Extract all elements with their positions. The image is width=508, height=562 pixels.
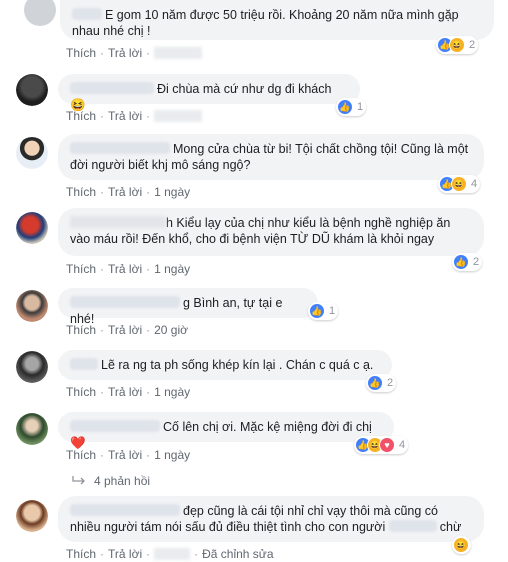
reaction-summary[interactable]: 👍 2 (366, 374, 397, 392)
reaction-count: 2 (387, 377, 394, 389)
comment-time[interactable]: 1 ngày (154, 448, 190, 462)
comment-actions: Thích · Trả lời · (66, 46, 203, 60)
comment-bubble: g Bình an, tự tại e nhé! (58, 288, 318, 326)
comment-time[interactable]: 1 ngày (154, 385, 190, 399)
love-icon: ♥ (379, 437, 395, 453)
reaction-summary[interactable]: 👍 😆 2 (436, 36, 479, 54)
reaction-count: 4 (399, 439, 406, 451)
redacted-name (70, 216, 166, 228)
reaction-count: 1 (357, 101, 364, 113)
comment-actions: Thích · Trả lời · (66, 109, 203, 123)
avatar[interactable] (16, 351, 48, 383)
haha-icon: 😆 (451, 176, 467, 192)
redacted-name (70, 504, 180, 516)
redacted-name (70, 296, 180, 308)
reaction-summary[interactable]: 👍 1 (308, 302, 339, 320)
redacted-time (154, 47, 203, 59)
redacted-time (154, 110, 203, 122)
comment-actions: Thích · Trả lời · 1 ngày (66, 185, 191, 199)
like-link[interactable]: Thích (66, 262, 96, 276)
like-link[interactable]: Thích (66, 547, 96, 561)
redacted-name (72, 8, 102, 20)
reaction-count: 1 (329, 305, 336, 317)
comment-time[interactable]: 1 ngày (154, 262, 190, 276)
like-link[interactable]: Thích (66, 448, 96, 462)
comment-text: Lẽ ra ng ta ph sống khép kín lại . Chán … (101, 358, 374, 372)
redacted-name (388, 520, 437, 532)
redacted-name (70, 358, 98, 370)
avatar[interactable] (16, 290, 48, 322)
reaction-summary[interactable]: 👍 1 (336, 98, 367, 116)
like-icon: 👍 (337, 99, 353, 115)
like-link[interactable]: Thích (66, 323, 96, 337)
comment-actions: Thích · Trả lời · · Đã chỉnh sửa (66, 547, 274, 561)
view-replies-link[interactable]: 4 phản hồi (72, 474, 150, 488)
redacted-name (70, 142, 170, 154)
comment-bubble: Cố lên chị ơi. Mặc kệ miệng đời đi chị ❤… (58, 412, 394, 450)
avatar[interactable] (16, 137, 48, 169)
comment-actions: Thích · Trả lời · 1 ngày (66, 385, 191, 399)
comment-bubble: h Kiểu lạy của chị như kiểu là bệnh nghề… (58, 208, 484, 256)
redacted-name (70, 82, 154, 94)
reaction-count: 2 (469, 39, 476, 51)
like-icon: 👍 (309, 303, 325, 319)
reply-link[interactable]: Trả lời (108, 547, 142, 561)
reaction-summary[interactable]: 👍 😆 ♥ 4 (354, 436, 409, 454)
reaction-count: 4 (471, 178, 478, 190)
avatar[interactable] (16, 413, 48, 445)
avatar[interactable] (16, 74, 48, 106)
avatar[interactable] (16, 212, 48, 244)
reply-link[interactable]: Trả lời (108, 46, 142, 60)
comment-text-end: chừ (439, 520, 462, 534)
comment-bubble: Mong cửa chùa từ bi! Tội chất chồng tội!… (58, 134, 484, 180)
reaction-summary[interactable]: 👍 😆 4 (438, 175, 481, 193)
reply-link[interactable]: Trả lời (108, 323, 142, 337)
redacted-name (70, 420, 160, 432)
comment-text: E gom 10 năm được 50 triệu rồi. Khoảng 2… (72, 8, 459, 38)
comment-actions: Thích · Trả lời · 20 giờ (66, 323, 188, 337)
reaction-summary[interactable]: 😆 (452, 536, 471, 554)
comment-bubble: E gom 10 năm được 50 triệu rồi. Khoảng 2… (60, 0, 494, 40)
haha-icon: 😆 (449, 37, 465, 53)
reply-link[interactable]: Trả lời (108, 385, 142, 399)
reply-link[interactable]: Trả lời (108, 448, 142, 462)
replies-count[interactable]: 4 phản hồi (94, 474, 150, 488)
reply-link[interactable]: Trả lời (108, 185, 142, 199)
comment-time[interactable]: 1 ngày (154, 185, 190, 199)
edited-label[interactable]: Đã chỉnh sửa (202, 547, 273, 561)
comment-bubble: Lẽ ra ng ta ph sống khép kín lại . Chán … (58, 350, 392, 380)
haha-icon: 😆 (453, 537, 469, 553)
reply-arrow-icon (72, 476, 88, 486)
like-link[interactable]: Thích (66, 46, 96, 60)
like-icon: 👍 (367, 375, 383, 391)
reaction-summary[interactable]: 👍 2 (452, 253, 483, 271)
like-link[interactable]: Thích (66, 185, 96, 199)
redacted-time (154, 548, 191, 560)
comment-actions: Thích · Trả lời · 1 ngày (66, 448, 191, 462)
like-link[interactable]: Thích (66, 385, 96, 399)
like-icon: 👍 (453, 254, 469, 270)
like-link[interactable]: Thích (66, 109, 96, 123)
avatar[interactable] (24, 0, 56, 26)
reply-link[interactable]: Trả lời (108, 262, 142, 276)
reply-link[interactable]: Trả lời (108, 109, 142, 123)
comment-time[interactable]: 20 giờ (154, 323, 188, 337)
avatar[interactable] (16, 500, 48, 532)
comment-bubble: Đi chùa mà cứ như dg đi khách 😆 (58, 74, 360, 112)
comment-bubble: đẹp cũng là cái tội nhỉ chỉ vạy thôi mà … (58, 496, 484, 542)
reaction-count: 2 (473, 256, 480, 268)
comment-actions: Thích · Trả lời · 1 ngày (66, 262, 191, 276)
